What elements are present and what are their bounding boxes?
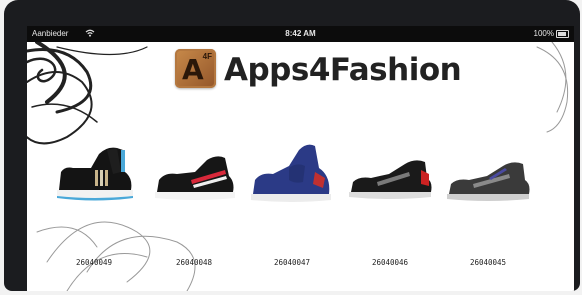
product-card[interactable] xyxy=(249,132,335,212)
clock-time: 8:42 AM xyxy=(285,29,316,38)
battery-percentage: 100% xyxy=(533,29,554,38)
sneaker-image xyxy=(349,160,432,199)
app-screen: Aanbieder 8:42 AM 100% A 4F Apps4Fashion… xyxy=(27,26,574,291)
status-bar: Aanbieder 8:42 AM 100% xyxy=(27,26,574,42)
product-code: 26040047 xyxy=(273,258,311,267)
sneaker-image xyxy=(251,144,331,202)
logo-letter: A xyxy=(182,53,204,86)
sneaker-image xyxy=(57,147,133,201)
logo-superscript: 4F xyxy=(202,52,212,61)
app-logo: A 4F xyxy=(175,49,216,88)
product-code: 26040046 xyxy=(371,258,409,267)
tablet-frame: Aanbieder 8:42 AM 100% A 4F Apps4Fashion… xyxy=(4,0,580,291)
product-card[interactable] xyxy=(51,132,137,212)
app-title: Apps4Fashion xyxy=(224,52,462,88)
product-card[interactable] xyxy=(151,132,237,212)
battery-icon xyxy=(556,30,569,38)
product-code: 26040048 xyxy=(175,258,213,267)
sneaker-image xyxy=(155,156,235,200)
sneaker-image xyxy=(447,162,530,201)
product-card[interactable] xyxy=(445,132,531,212)
product-card[interactable] xyxy=(347,132,433,212)
product-code: 26040045 xyxy=(469,258,507,267)
product-code: 26040049 xyxy=(75,258,113,267)
